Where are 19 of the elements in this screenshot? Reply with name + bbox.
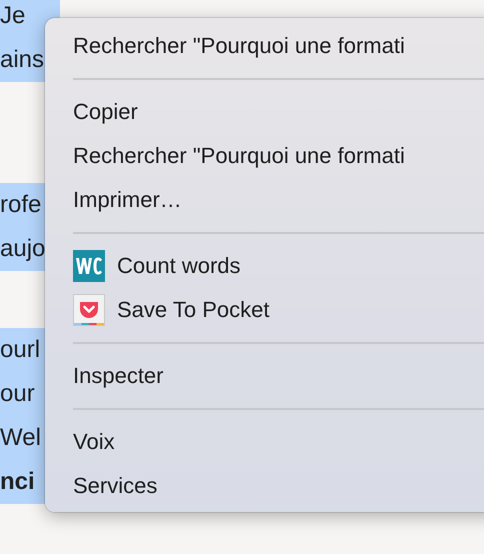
menu-item[interactable]: Count words — [45, 244, 484, 288]
word-count-icon — [73, 250, 105, 282]
article-text: our — [0, 380, 35, 407]
menu-item[interactable]: Services — [45, 464, 484, 508]
article-text: Je — [0, 2, 26, 29]
article-text: ourl — [0, 336, 40, 363]
menu-item[interactable]: Copier — [45, 90, 484, 134]
menu-item[interactable]: Rechercher "Pourquoi une formati — [45, 134, 484, 178]
menu-item[interactable]: Voix — [45, 420, 484, 464]
article-text: aujo — [0, 235, 46, 262]
article-text: ains — [0, 46, 44, 73]
menu-item[interactable]: Imprimer… — [45, 178, 484, 222]
menu-item[interactable]: Inspecter — [45, 354, 484, 398]
article-text: rofe — [0, 191, 42, 218]
menu-item[interactable]: Rechercher "Pourquoi une formati — [45, 24, 484, 68]
menu-item[interactable]: Save To Pocket — [45, 288, 484, 332]
pocket-icon — [73, 294, 105, 326]
article-text: Wel — [0, 424, 41, 451]
article-text: nci — [0, 468, 35, 495]
